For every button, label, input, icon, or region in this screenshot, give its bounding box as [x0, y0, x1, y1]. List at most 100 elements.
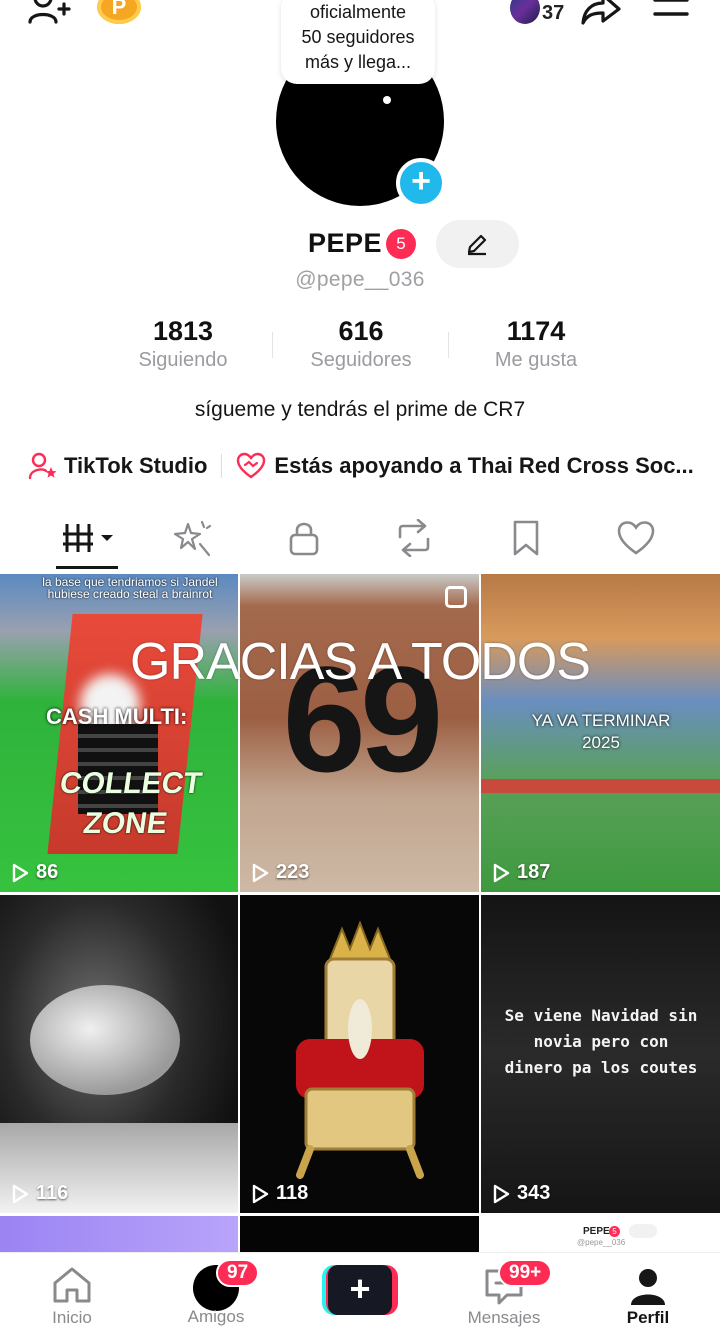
tab-private[interactable]	[274, 514, 334, 562]
grid-icon	[63, 524, 113, 552]
nav-home[interactable]: Inicio	[12, 1253, 132, 1328]
bottom-nav: Inicio Amigos 97 + Mensajes 99+ Perfil	[0, 1252, 720, 1328]
nav-profile-label: Perfil	[626, 1308, 670, 1327]
bubble-pointer	[383, 96, 391, 104]
profile-icon	[631, 1269, 665, 1305]
tab-videos[interactable]	[58, 514, 118, 562]
view-count-value: 116	[36, 1182, 69, 1204]
video-tile[interactable]: PEPE 5 @pepe__036	[481, 1216, 720, 1256]
nav-create[interactable]: +	[300, 1253, 420, 1315]
view-count-value: 223	[276, 861, 310, 883]
profile-views-count[interactable]: 37	[542, 2, 564, 25]
grid-overlay-title: GRACIAS A TODOS	[130, 633, 591, 691]
tile-zone: COLLECT ZONE	[57, 767, 205, 840]
divider	[221, 454, 223, 478]
nav-friends[interactable]: Amigos 97	[156, 1253, 276, 1327]
play-icon	[252, 1184, 269, 1203]
creator-star-icon	[28, 452, 57, 480]
status-line: más y llega...	[304, 52, 412, 72]
video-tile[interactable]	[240, 1216, 479, 1256]
edit-profile-button[interactable]	[436, 220, 519, 268]
add-friend-icon[interactable]	[26, 0, 72, 26]
profile-name: PEPE	[308, 228, 383, 258]
tab-active-indicator	[56, 566, 118, 569]
video-tile[interactable]: Se viene Navidad sin novia pero con dine…	[481, 895, 720, 1213]
profile-views-icon[interactable]	[510, 0, 540, 24]
stat-value: 1174	[506, 316, 566, 346]
view-count: 118	[250, 1182, 308, 1205]
view-count: 343	[491, 1182, 550, 1205]
coin-icon[interactable]: P	[97, 0, 141, 24]
stat-value: 1813	[152, 316, 214, 346]
stat-label: Me gusta	[494, 349, 578, 371]
nav-home-label: Inicio	[52, 1308, 92, 1327]
tile-caption: YA VA TERMINAR 2025	[531, 711, 671, 752]
video-tile[interactable]: 118	[240, 895, 479, 1213]
view-count: 86	[10, 861, 58, 884]
stat-followers[interactable]: 616 Seguidores	[276, 316, 446, 372]
plus-icon: +	[328, 1265, 392, 1315]
play-icon	[12, 1184, 29, 1203]
heart-icon	[617, 521, 655, 555]
play-icon	[493, 1184, 510, 1203]
view-count: 116	[10, 1182, 68, 1205]
charity-label: Estás apoyando a Thai Red Cross Soc...	[274, 453, 694, 478]
tab-favorites[interactable]	[496, 514, 556, 562]
tab-reposts[interactable]	[384, 514, 444, 562]
tiktok-studio-label: TikTok Studio	[64, 453, 208, 478]
create-button: +	[322, 1265, 398, 1315]
stat-following[interactable]: 1813 Siguiendo	[98, 316, 268, 372]
view-count-value: 343	[517, 1182, 551, 1204]
view-count-value: 187	[517, 861, 551, 883]
menu-icon[interactable]	[652, 0, 690, 24]
peek-name: PEPE	[583, 1226, 610, 1237]
share-icon[interactable]	[580, 0, 622, 26]
stat-likes[interactable]: 1174 Me gusta	[451, 316, 621, 372]
repost-icon	[398, 519, 430, 557]
video-tile[interactable]: YA VA TERMINAR 2025 187	[481, 574, 720, 892]
view-count: 223	[250, 861, 309, 884]
peek-badge: 5	[609, 1226, 620, 1237]
stat-label: Siguiendo	[138, 349, 228, 371]
field-stripe	[481, 779, 720, 793]
friends-badge: 97	[216, 1259, 260, 1287]
status-line: 50 seguidores	[301, 27, 415, 47]
video-tile[interactable]: 69 223	[240, 574, 479, 892]
view-count-value: 86	[36, 861, 59, 883]
video-tile[interactable]	[0, 1216, 238, 1256]
status-bubble[interactable]: oficialmente 50 seguidores más y llega..…	[281, 0, 435, 84]
video-tile[interactable]: 116	[0, 895, 238, 1213]
tile-caption: la base que tendriamos si Jandel hubiese…	[42, 575, 218, 601]
lock-icon	[289, 522, 319, 556]
stat-label: Seguidores	[310, 349, 412, 371]
stat-value: 616	[338, 316, 384, 346]
bookmark-icon	[513, 520, 539, 556]
nav-friends-label: Amigos	[187, 1307, 245, 1326]
status-line: oficialmente	[309, 2, 407, 22]
view-count-value: 118	[276, 1182, 309, 1204]
tile-sign: CASH MULTI:	[46, 704, 188, 729]
profile-bio: sígueme y tendrás el prime de CR7	[194, 398, 526, 421]
view-count: 187	[491, 861, 550, 884]
level-badge[interactable]: 5	[386, 229, 416, 259]
peek-edit-button	[629, 1224, 657, 1238]
peek-handle: @pepe__036	[577, 1238, 626, 1247]
charity-link[interactable]: Estás apoyando a Thai Red Cross Soc...	[236, 452, 694, 480]
home-icon	[53, 1267, 91, 1303]
nav-profile[interactable]: Perfil	[588, 1253, 708, 1328]
video-tile[interactable]: la base que tendriamos si Jandel hubiese…	[0, 574, 238, 892]
profile-handle: @pepe__036	[295, 268, 425, 291]
tile-caption: Se viene Navidad sin novia pero con dine…	[504, 1006, 698, 1077]
play-icon	[12, 863, 29, 882]
messages-badge: 99+	[498, 1259, 553, 1287]
nav-messages[interactable]: Mensajes 99+	[444, 1253, 564, 1328]
tab-liked[interactable]	[606, 514, 666, 562]
golden-throne	[296, 920, 424, 1179]
tab-sparkle[interactable]	[162, 514, 222, 562]
sparkle-icon	[173, 520, 212, 557]
profile-links: TikTok Studio Estás apoyando a Thai Red …	[28, 452, 694, 480]
heart-handshake-icon	[237, 452, 266, 479]
glowing-figure	[30, 985, 180, 1095]
tiktok-studio-link[interactable]: TikTok Studio	[28, 452, 207, 480]
add-avatar-button[interactable]: +	[396, 158, 446, 208]
